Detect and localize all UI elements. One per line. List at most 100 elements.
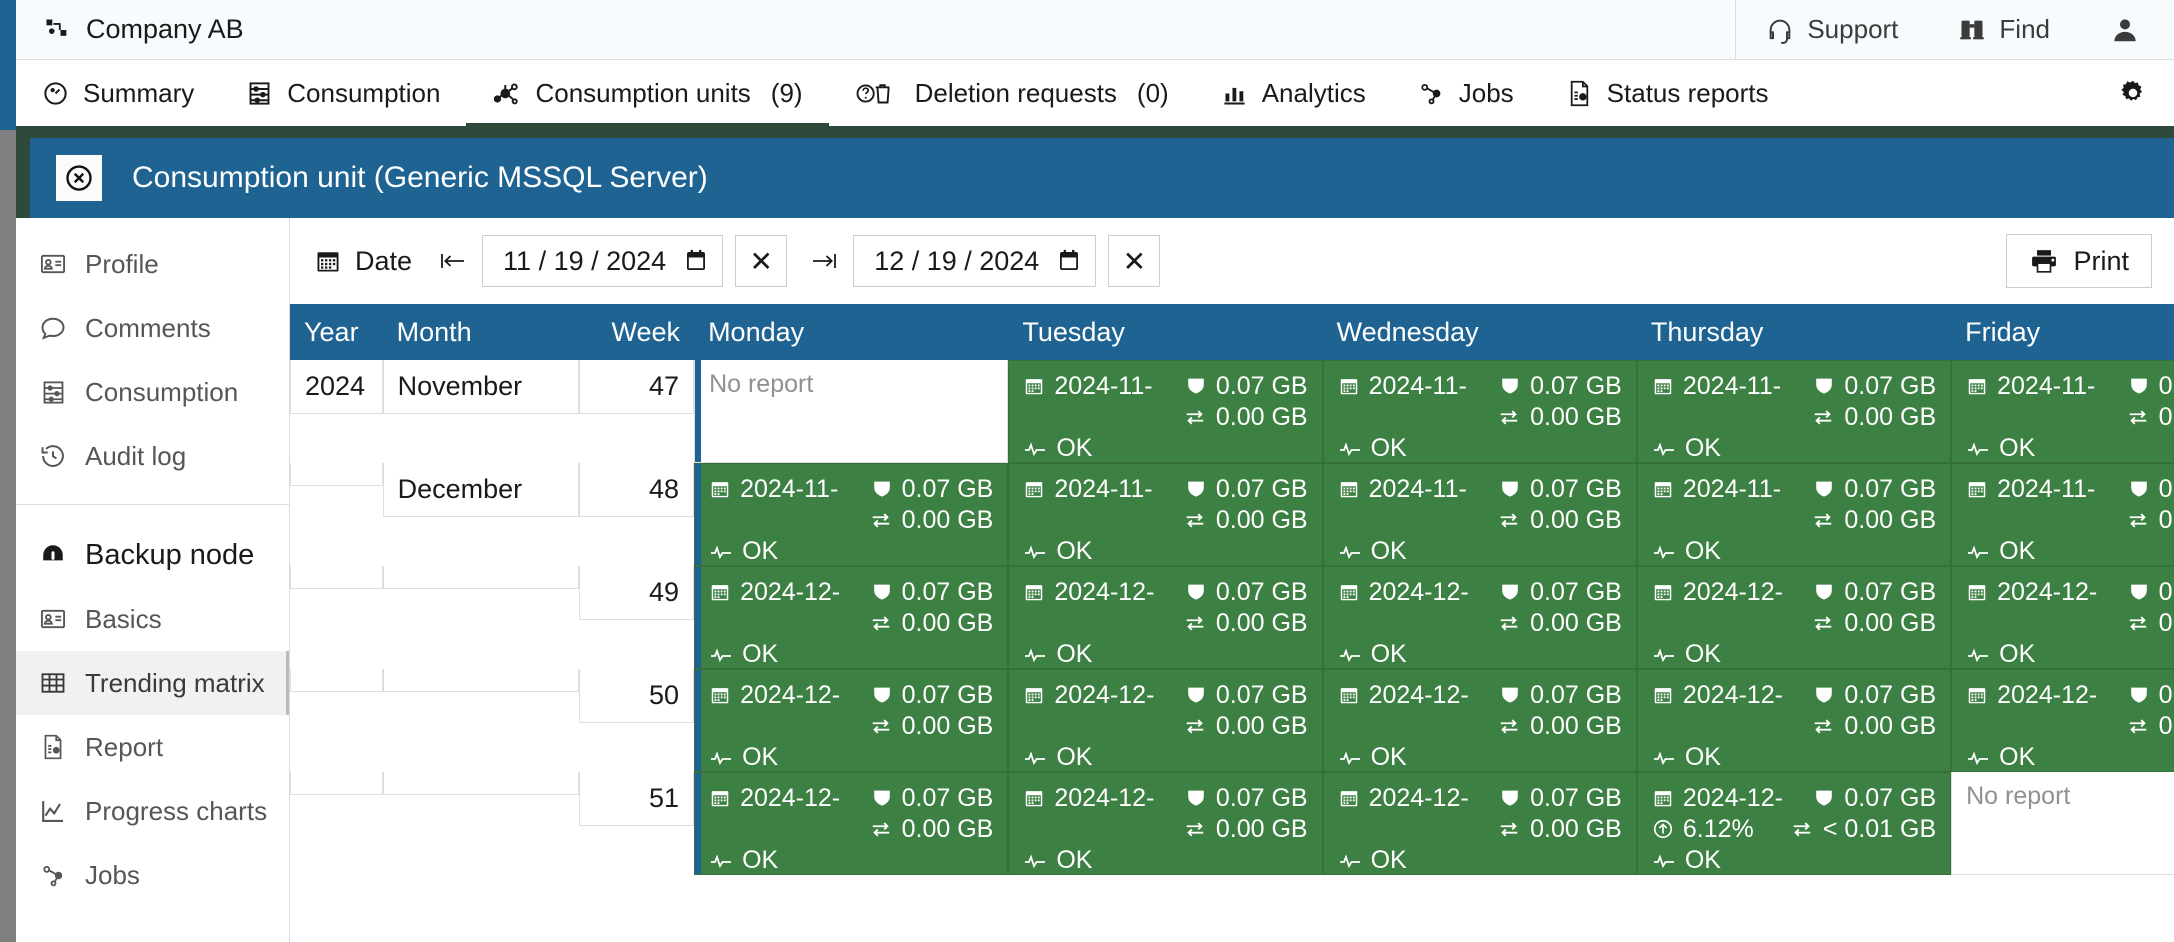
backup-report-cell[interactable]: 2024-12- 0.07 GB 0.00 GB OK xyxy=(1322,772,1637,875)
matrix-day-cell[interactable]: 2024-12- 0.07 GB 0.00 GB OK xyxy=(1008,566,1323,669)
backup-report-cell[interactable]: 2024-11- 0.07 GB 0.00 GB OK xyxy=(1008,463,1323,566)
backup-report-cell[interactable]: 2024-12- 0.07 GB 0.00 GB OK xyxy=(1951,669,2174,772)
close-button[interactable] xyxy=(56,155,102,201)
matrix-day-cell[interactable]: 2024-12- 0.07 GB 0.00 GB OK xyxy=(1322,772,1637,875)
clear-date-from-button[interactable]: ✕ xyxy=(735,235,788,287)
matrix-day-cell[interactable]: 2024-11- 0.07 GB 0.00 GB OK xyxy=(1322,360,1637,463)
sidebar-item-trending-matrix[interactable]: Trending matrix xyxy=(16,651,289,715)
backup-report-cell[interactable]: 2024-12- 0.07 GB 0.00 GB OK xyxy=(1951,566,2174,669)
tab-status-reports[interactable]: Status reports xyxy=(1540,60,1795,126)
backup-report-cell[interactable]: 2024-11- 0.07 GB 0.00 GB OK xyxy=(1951,360,2174,463)
sidebar-item-report[interactable]: Report xyxy=(16,715,289,779)
trending-matrix-scroll[interactable]: Year Month Week Monday Tuesday Wednesday… xyxy=(290,304,2174,942)
pulse-icon xyxy=(709,748,733,768)
tab-consumption[interactable]: Consumption xyxy=(220,60,466,126)
backup-report-cell[interactable]: 2024-11- 0.07 GB 0.00 GB OK xyxy=(1008,360,1323,463)
tab-jobs[interactable]: Jobs xyxy=(1392,60,1540,126)
tab-consumption-units[interactable]: Consumption units (9) xyxy=(466,60,829,130)
matrix-day-cell[interactable]: 2024-12- 0.07 GB 0.00 GB OK xyxy=(694,566,1009,669)
sidebar-item-comments[interactable]: Comments xyxy=(16,296,289,360)
matrix-day-cell[interactable]: 2024-11- 0.07 GB 0.00 GB OK xyxy=(1636,360,1952,463)
user-menu-button[interactable] xyxy=(2080,15,2174,45)
matrix-day-cell[interactable]: 2024-11- 0.07 GB 0.00 GB OK xyxy=(1951,360,2174,463)
col-week[interactable]: Week xyxy=(579,304,695,360)
matrix-day-cell[interactable]: 2024-12- 0.07 GB 0.00 GB OK xyxy=(694,772,1009,875)
col-wednesday[interactable]: Wednesday xyxy=(1322,304,1637,360)
backup-report-cell[interactable]: 2024-12- 0.07 GB 0.00 GB OK xyxy=(1322,669,1637,772)
date-picker-icon[interactable] xyxy=(1057,248,1081,274)
backup-report-cell[interactable]: 2024-11- 0.07 GB 0.00 GB OK xyxy=(694,463,1009,566)
date-picker-icon[interactable] xyxy=(684,248,708,274)
print-button[interactable]: Print xyxy=(2006,234,2152,288)
no-report-cell[interactable]: No report xyxy=(694,360,1009,463)
matrix-day-cell[interactable]: 2024-12- 0.07 GB 0.00 GB OK xyxy=(1951,566,2174,669)
sidebar-item-profile[interactable]: Profile xyxy=(16,232,289,296)
backup-report-cell[interactable]: 2024-12- 0.07 GB 6.12% < 0.01 GB OK xyxy=(1636,772,1952,875)
date-to-input[interactable]: 12 / 19 / 2024 xyxy=(853,235,1097,287)
matrix-day-cell[interactable]: 2024-12- 0.07 GB 0.00 GB OK xyxy=(1636,566,1952,669)
sidebar-item-audit-log[interactable]: Audit log xyxy=(16,424,289,488)
tab-analytics[interactable]: Analytics xyxy=(1195,60,1392,126)
sidebar-item-progress-charts[interactable]: Progress charts xyxy=(16,779,289,843)
backup-report-cell[interactable]: 2024-12- 0.07 GB 0.00 GB OK xyxy=(694,566,1009,669)
exchange-icon xyxy=(1811,715,1835,737)
report-date: 2024-12- xyxy=(1054,681,1155,709)
sidebar-item-consumption[interactable]: Consumption xyxy=(16,360,289,424)
backup-report-cell[interactable]: 2024-12- 0.07 GB 0.00 GB OK xyxy=(1008,669,1323,772)
support-button[interactable]: Support xyxy=(1736,14,1928,45)
settings-button[interactable] xyxy=(2092,60,2174,126)
matrix-day-cell[interactable]: 2024-12- 0.07 GB 0.00 GB OK xyxy=(694,669,1009,772)
col-monday[interactable]: Monday xyxy=(694,304,1009,360)
matrix-day-cell[interactable]: 2024-12- 0.07 GB 0.00 GB OK xyxy=(1008,669,1323,772)
matrix-day-cell[interactable]: 2024-11- 0.07 GB 0.00 GB OK xyxy=(1008,360,1323,463)
matrix-day-cell[interactable]: 2024-12- 0.07 GB 0.00 GB OK xyxy=(1008,772,1323,875)
backup-report-cell[interactable]: 2024-11- 0.07 GB 0.00 GB OK xyxy=(1322,463,1637,566)
backup-report-cell[interactable]: 2024-12- 0.07 GB 0.00 GB OK xyxy=(1008,772,1323,875)
col-tuesday[interactable]: Tuesday xyxy=(1008,304,1323,360)
backup-report-cell[interactable]: 2024-11- 0.07 GB 0.00 GB OK xyxy=(1636,360,1952,463)
calendar-icon xyxy=(1023,375,1045,397)
matrix-day-cell[interactable]: 2024-12- 0.07 GB 0.00 GB OK xyxy=(1951,669,2174,772)
brand[interactable]: Company AB xyxy=(16,14,1735,45)
sidebar-item-jobs[interactable]: Jobs xyxy=(16,843,289,907)
backup-report-cell[interactable]: 2024-12- 0.07 GB 0.00 GB OK xyxy=(1636,669,1952,772)
col-month[interactable]: Month xyxy=(382,304,580,360)
tab-deletion-requests[interactable]: Deletion requests (0) xyxy=(829,60,1195,126)
matrix-day-cell[interactable]: 2024-12- 0.07 GB 0.00 GB OK xyxy=(1636,669,1952,772)
matrix-day-cell[interactable]: No report xyxy=(1951,772,2174,875)
matrix-day-cell[interactable]: 2024-11- 0.07 GB 0.00 GB OK xyxy=(694,463,1009,566)
report-transfer: 0.00 GB xyxy=(1215,814,1308,843)
backup-report-cell[interactable]: 2024-12- 0.07 GB 0.00 GB OK xyxy=(1322,566,1637,669)
matrix-day-cell[interactable]: 2024-11- 0.07 GB 0.00 GB OK xyxy=(1951,463,2174,566)
backup-report-cell[interactable]: 2024-12- 0.07 GB 0.00 GB OK xyxy=(694,772,1009,875)
find-button[interactable]: Find xyxy=(1928,14,2080,45)
col-year[interactable]: Year xyxy=(290,304,383,360)
matrix-day-cell[interactable]: 2024-12- 0.07 GB 0.00 GB OK xyxy=(1322,669,1637,772)
matrix-year-value xyxy=(290,463,383,486)
backup-report-cell[interactable]: 2024-11- 0.07 GB 0.00 GB OK xyxy=(1951,463,2174,566)
date-from-input[interactable]: 11 / 19 / 2024 xyxy=(482,235,724,287)
matrix-day-cell[interactable]: 2024-11- 0.07 GB 0.00 GB OK xyxy=(1322,463,1637,566)
calendar-icon xyxy=(1338,478,1360,500)
col-thursday[interactable]: Thursday xyxy=(1636,304,1952,360)
backup-report-cell[interactable]: 2024-11- 0.07 GB 0.00 GB OK xyxy=(1322,360,1637,463)
matrix-day-cell[interactable]: 2024-11- 0.07 GB 0.00 GB OK xyxy=(1008,463,1323,566)
backup-report-cell[interactable]: 2024-12- 0.07 GB 0.00 GB OK xyxy=(1636,566,1952,669)
shield-icon xyxy=(1185,478,1207,500)
tab-summary[interactable]: Summary xyxy=(16,60,220,126)
matrix-day-cell[interactable]: 2024-11- 0.07 GB 0.00 GB OK xyxy=(1636,463,1952,566)
sidebar-item-basics[interactable]: Basics xyxy=(16,587,289,651)
matrix-day-cell[interactable]: No report xyxy=(694,360,1009,463)
arrow-up-circle-icon xyxy=(1652,818,1674,840)
sidebar-group-backup-node[interactable]: Backup node xyxy=(16,523,289,587)
matrix-cell-month: December xyxy=(382,463,580,566)
matrix-day-cell[interactable]: 2024-12- 0.07 GB 0.00 GB OK xyxy=(1322,566,1637,669)
calendar-icon xyxy=(709,787,731,809)
col-friday[interactable]: Friday xyxy=(1951,304,2174,360)
clear-date-to-button[interactable]: ✕ xyxy=(1108,235,1161,287)
backup-report-cell[interactable]: 2024-12- 0.07 GB 0.00 GB OK xyxy=(694,669,1009,772)
matrix-day-cell[interactable]: 2024-12- 0.07 GB 6.12% < 0.01 GB OK xyxy=(1636,772,1952,875)
no-report-cell[interactable]: No report xyxy=(1951,772,2174,875)
backup-report-cell[interactable]: 2024-12- 0.07 GB 0.00 GB OK xyxy=(1008,566,1323,669)
backup-report-cell[interactable]: 2024-11- 0.07 GB 0.00 GB OK xyxy=(1636,463,1952,566)
